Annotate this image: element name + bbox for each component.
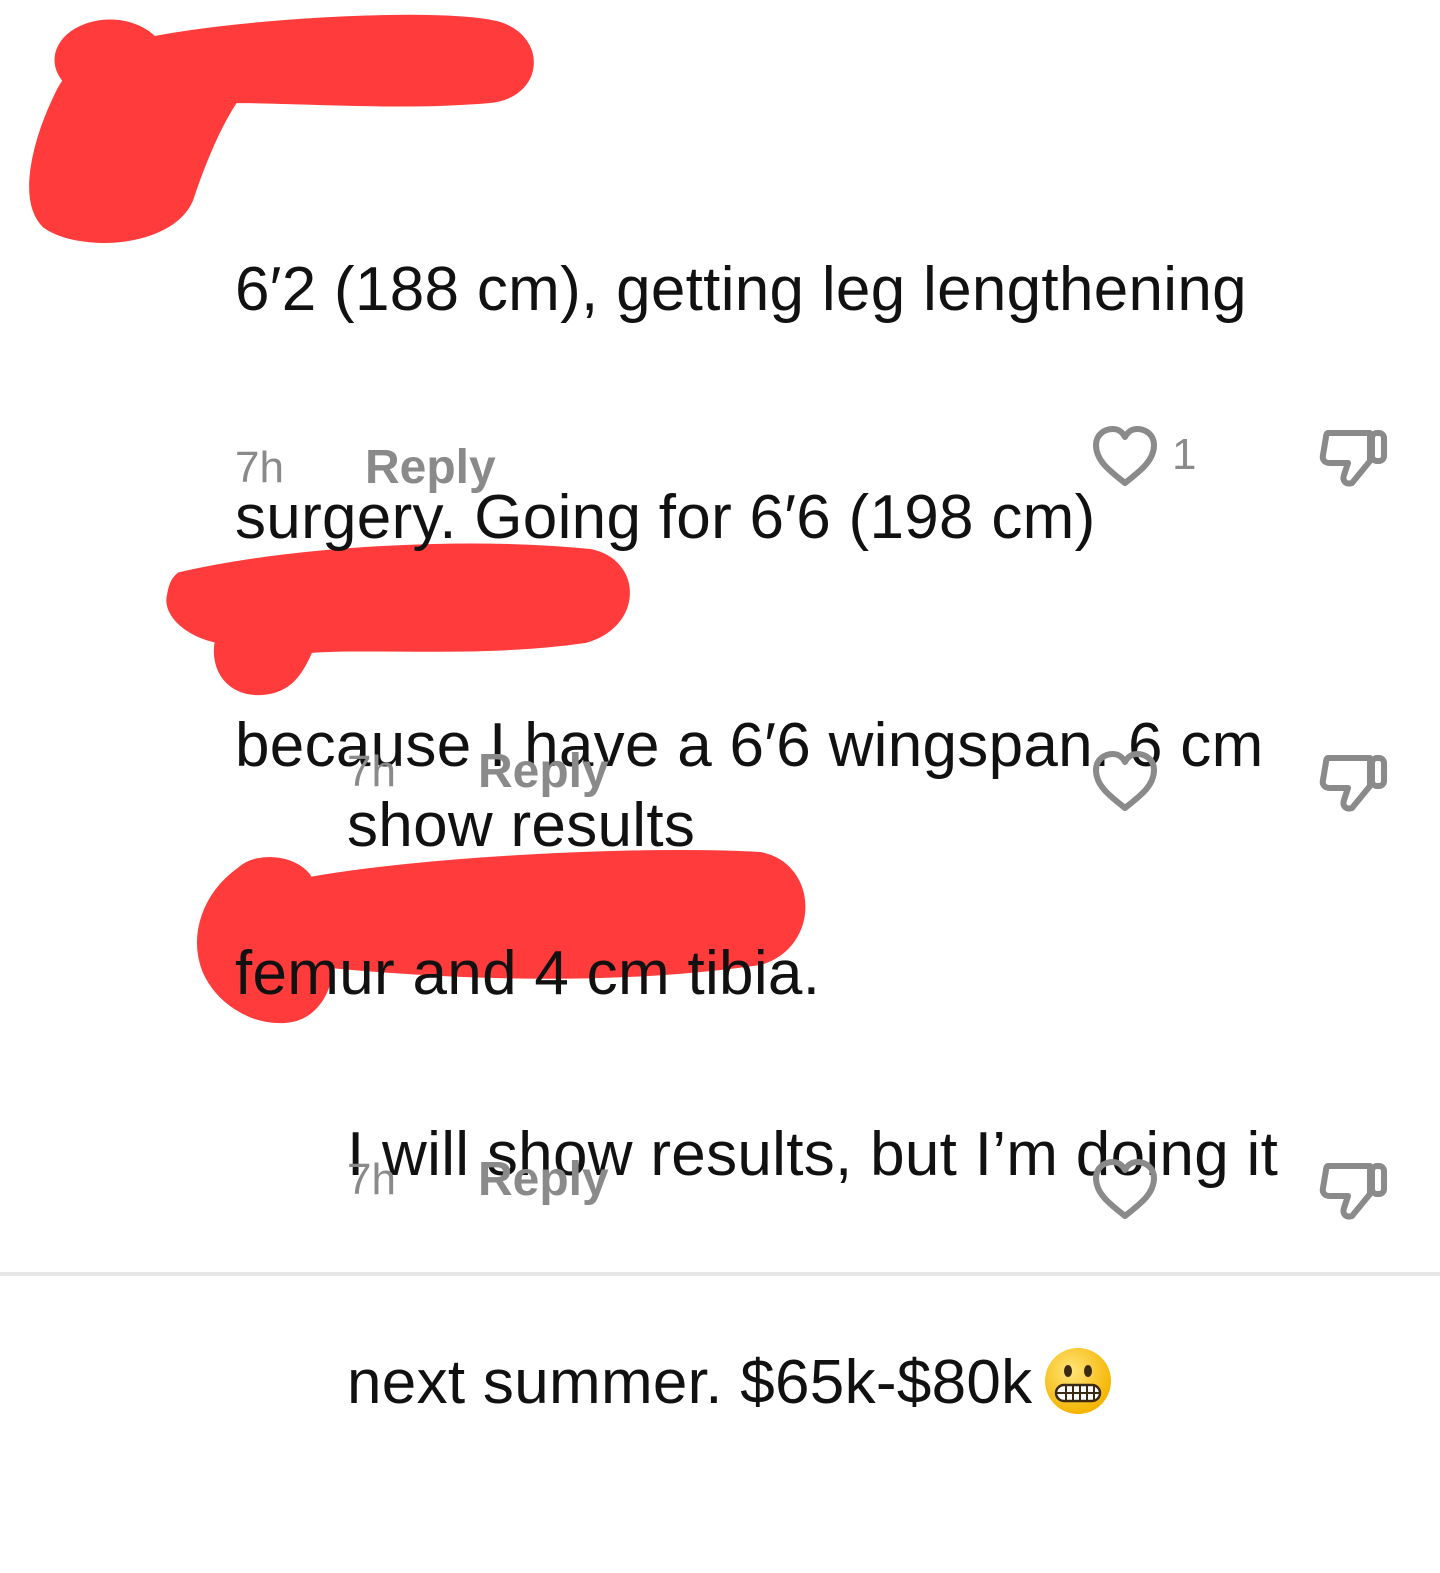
comment-1-time: 7h [235,443,284,492]
comment-2-reply-button[interactable]: Reply [478,747,609,797]
comment-2-like-button[interactable] [1090,750,1160,814]
comment-3-like-button[interactable] [1090,1158,1160,1222]
heart-icon [1093,426,1157,486]
comment-2-line-1: show results [347,791,696,860]
comment-1-line-1: 6′2 (188 cm), getting leg lengthening [235,255,1247,324]
bottom-divider [0,1272,1440,1276]
comment-1-reply-button[interactable]: Reply [365,443,496,493]
comment-2-dislike-button[interactable] [1318,750,1390,814]
comment-3-reply-button[interactable]: Reply [478,1155,609,1205]
thumbs-down-icon [1319,1163,1387,1220]
comment-1-dislike-button[interactable] [1318,425,1390,489]
grimacing-face-icon [1045,1347,1112,1414]
comment-3-line-2-text: next summer. $65k-$80k [347,1348,1033,1417]
comment-1-like-count: 1 [1172,430,1197,479]
comment-3-time: 7h [347,1155,396,1204]
comment-3-dislike-button[interactable] [1318,1158,1390,1222]
thumbs-down-icon [1319,430,1387,487]
comment-2-time: 7h [347,747,396,796]
comment-1-like-button[interactable] [1090,425,1160,489]
comment-3-text: I will show results, but I’m doing it ne… [347,965,1407,1573]
heart-icon [1093,751,1157,811]
comment-2-text: show results [347,636,1387,1016]
thumbs-down-icon [1319,755,1387,812]
redaction-1b [54,19,166,101]
comment-3-line-2: next summer. $65k-$80k [347,1345,1407,1421]
heart-icon [1093,1159,1157,1219]
